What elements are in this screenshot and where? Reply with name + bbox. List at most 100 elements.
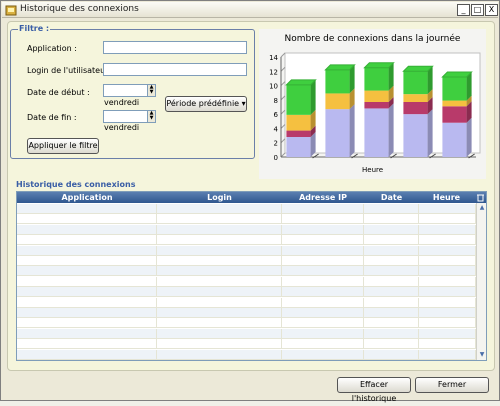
table-cell [157, 339, 282, 350]
table-cell [282, 266, 364, 277]
bar-top [441, 71, 473, 78]
table-cell [419, 224, 476, 235]
table-row[interactable] [17, 214, 476, 225]
column-time[interactable]: Heure [419, 192, 474, 203]
bar-side [466, 117, 472, 157]
table-cell [282, 349, 364, 360]
application-label: Application : [27, 44, 77, 53]
table-row[interactable] [17, 328, 476, 339]
column-login[interactable]: Login [157, 192, 282, 203]
clear-history-button[interactable]: Effacer l'historique [337, 377, 411, 403]
minimize-button[interactable]: _ [457, 4, 470, 16]
bar-segment [403, 71, 428, 95]
start-date-spinner[interactable]: ▲ ▼ [147, 84, 156, 97]
end-day-text: vendredi [104, 123, 140, 132]
table-cell [17, 308, 157, 318]
trash-icon[interactable] [476, 193, 485, 202]
bar-segment [325, 109, 350, 157]
login-input[interactable] [103, 63, 247, 76]
spin-down-icon[interactable]: ▼ [148, 90, 155, 95]
gridline [280, 81, 286, 86]
table-row[interactable] [17, 256, 476, 266]
table-cell [364, 266, 419, 277]
table-cell [364, 256, 419, 266]
column-ip[interactable]: Adresse IP [282, 192, 364, 203]
gridline [280, 124, 286, 129]
spin-down-icon[interactable]: ▼ [148, 116, 155, 121]
window-title: Historique des connexions [20, 4, 139, 14]
table-row[interactable] [17, 308, 476, 318]
table-row[interactable] [17, 204, 476, 214]
table-cell [17, 245, 157, 256]
y-tick-label: 10 [269, 83, 278, 91]
table-cell [364, 349, 419, 360]
table-row[interactable] [17, 297, 476, 308]
table-cell [364, 318, 419, 329]
table-row[interactable] [17, 266, 476, 277]
bar-side [388, 103, 394, 157]
table-row[interactable] [17, 349, 476, 360]
table-cell [17, 328, 157, 339]
y-tick-label: 4 [274, 125, 279, 133]
table-cell [282, 235, 364, 246]
table-cell [157, 235, 282, 246]
table-cell [282, 318, 364, 329]
table-cell [364, 276, 419, 287]
predefined-period-label: Période prédéfinie [166, 99, 240, 108]
table-row[interactable] [17, 339, 476, 350]
gridline [280, 138, 286, 144]
history-table: Application Login Adresse IP Date Heure … [16, 191, 487, 361]
table-row[interactable] [17, 224, 476, 235]
table-row[interactable] [17, 245, 476, 256]
table-cell [17, 256, 157, 266]
predefined-period-button[interactable]: Période prédéfinie ▾ [165, 96, 247, 112]
end-date-spinner[interactable]: ▲ ▼ [147, 110, 156, 123]
table-cell [17, 318, 157, 329]
table-cell [17, 204, 157, 214]
column-date[interactable]: Date [364, 192, 419, 203]
bar-top [324, 64, 356, 71]
start-date-label: Date de début : [27, 88, 90, 97]
table-cell [419, 256, 476, 266]
login-label: Login de l'utilisateur : [27, 66, 114, 75]
table-cell [282, 276, 364, 287]
table-cell [157, 297, 282, 308]
application-input[interactable] [103, 41, 247, 54]
start-day-text: vendredi [104, 98, 140, 107]
table-cell [364, 308, 419, 318]
table-row[interactable] [17, 287, 476, 298]
table-row[interactable] [17, 276, 476, 287]
table-cell [17, 287, 157, 298]
column-application[interactable]: Application [17, 192, 157, 203]
table-cell [419, 287, 476, 298]
history-section-title: Historique des connexions [16, 180, 136, 189]
bar-segment [286, 84, 311, 115]
table-cell [157, 214, 282, 225]
table-row[interactable] [17, 235, 476, 246]
table-cell [282, 224, 364, 235]
end-date-input[interactable] [103, 110, 148, 123]
table-cell [282, 287, 364, 298]
table-cell [157, 318, 282, 329]
bar-segment [403, 94, 428, 102]
table-cell [17, 276, 157, 287]
table-cell [157, 308, 282, 318]
table-cell [282, 339, 364, 350]
table-cell [17, 266, 157, 277]
table-cell [419, 245, 476, 256]
bar-segment [403, 114, 428, 157]
bar-top [285, 79, 317, 86]
apply-filter-button[interactable]: Appliquer le filtre [27, 138, 99, 154]
scroll-down-icon[interactable]: ▼ [478, 351, 486, 359]
bar-segment [286, 114, 311, 131]
table-cell [419, 266, 476, 277]
table-row[interactable] [17, 318, 476, 329]
vertical-scrollbar[interactable]: ▲ ▼ [476, 203, 486, 360]
maximize-button[interactable]: □ [471, 4, 484, 16]
y-tick-label: 12 [269, 68, 278, 76]
scroll-up-icon[interactable]: ▲ [478, 204, 486, 212]
table-cell [419, 349, 476, 360]
close-button[interactable]: Fermer [415, 377, 489, 393]
close-window-button[interactable]: X [485, 4, 498, 16]
start-date-input[interactable] [103, 84, 148, 97]
